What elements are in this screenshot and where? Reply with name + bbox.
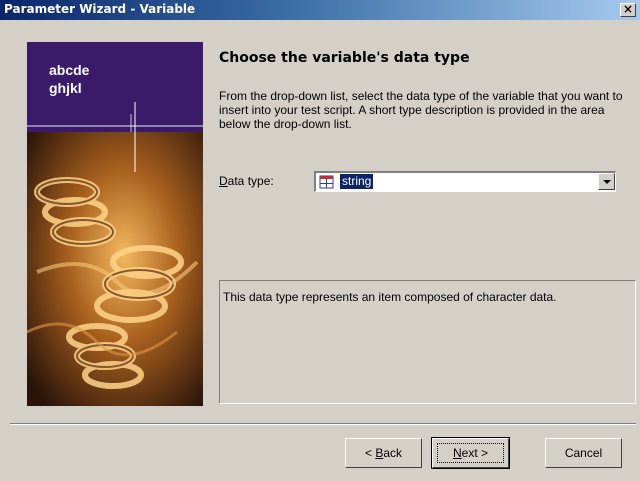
data-type-dropdown[interactable]: string — [314, 171, 616, 192]
back-button[interactable]: < Back — [345, 438, 422, 468]
crosshair-lines — [27, 102, 203, 132]
focus-rectangle — [437, 443, 504, 463]
back-button-prefix: < — [364, 446, 376, 460]
page-heading: Choose the variable's data type — [219, 50, 470, 66]
title-bar[interactable]: Parameter Wizard - Variable × — [0, 0, 640, 20]
page-description: From the drop-down list, select the data… — [219, 89, 623, 131]
side-image-header: abcde ghjkl — [27, 42, 203, 132]
dropdown-arrow-button[interactable] — [598, 173, 615, 190]
chevron-down-icon — [603, 180, 611, 184]
data-type-label: Data type: — [219, 174, 274, 188]
parameter-wizard-window: Parameter Wizard - Variable × abcde ghjk… — [0, 0, 640, 481]
type-icon — [319, 175, 334, 189]
window-title: Parameter Wizard - Variable — [4, 2, 196, 16]
data-type-label-accel: D — [219, 174, 228, 188]
back-button-rest: ack — [383, 446, 403, 460]
type-description-text: This data type represents an item compos… — [223, 290, 557, 304]
close-button[interactable]: × — [620, 3, 636, 17]
data-type-label-rest: ata type: — [227, 174, 274, 188]
type-description-box: This data type represents an item compos… — [219, 280, 636, 404]
wizard-side-image: abcde ghjkl — [27, 42, 203, 406]
cancel-button[interactable]: Cancel — [545, 438, 622, 468]
coil-artwork — [27, 132, 203, 406]
next-button[interactable]: Next > — [431, 437, 510, 469]
data-type-selected-value: string — [340, 174, 374, 189]
button-separator — [10, 423, 636, 425]
